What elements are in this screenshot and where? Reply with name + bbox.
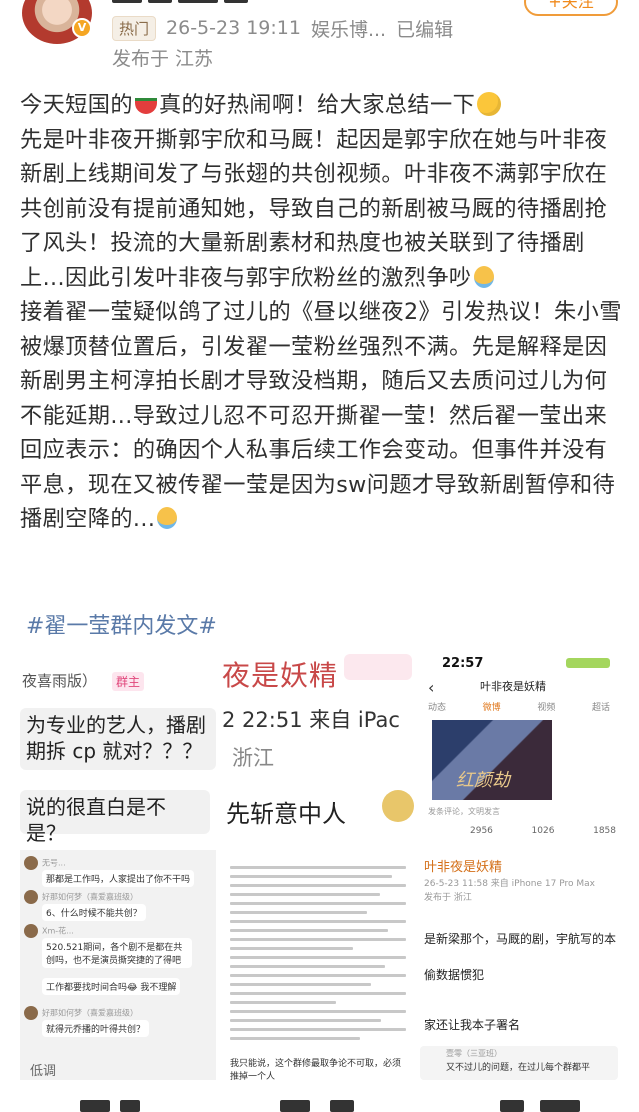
chat-bubble: 为专业的艺人，播剧期拆 cp 就对？？？ (20, 708, 216, 770)
hot-tag: 热门 (112, 15, 157, 41)
comment-bubble: 壹零（三亚班） 又不过儿的问题，在过儿每个群都平 (420, 1046, 618, 1080)
like-count: 1858 (593, 826, 616, 836)
body-line-intro-2: 真的好热闹啊！给大家总结一下 (158, 92, 476, 118)
body-paragraph-2: 接着翟一莹疑似鸽了过儿的《昼以继夜2》引发热议！朱小雪被爆顶替位置后，引发翟一莹… (20, 299, 622, 532)
footer-label: 低调 (30, 1064, 57, 1079)
profile-name: 叶非夜是妖精 (480, 680, 546, 693)
verified-badge-icon: V (72, 18, 92, 38)
post-time: 2 22:51 来自 iPac (222, 708, 400, 732)
doge-emoji-icon (382, 790, 414, 822)
post-source: 娱乐博... (310, 18, 387, 41)
post-header: V 热门 26-5-23 19:11 娱乐博... 已编辑 发布于 江苏 +关注 (0, 0, 639, 80)
post-image-6[interactable]: 叶非夜是妖精 26-5-23 11:58 来自 iPhone 17 Pro Ma… (420, 850, 618, 1080)
author-name-cropped[interactable] (112, 0, 302, 8)
post-image-2[interactable]: 夜是妖精 2 22:51 来自 iPac 浙江 先斩意中人 (220, 650, 416, 846)
post-meta: 26-5-23 11:58 来自 iPhone 17 Pro Max (424, 879, 595, 889)
chat-bubble: 工作都要找时间合吗😂 我不理解 (42, 978, 181, 995)
post-stats: 2956 1026 1858 (470, 826, 616, 836)
document-footer-text: 我只能说，这个群修最取争论不可取，必须推掉一个人 (230, 1059, 402, 1080)
post-line: 偷数据惯犯 (424, 968, 485, 982)
poster-title: 红颜劫 (456, 770, 510, 791)
post-image-1[interactable]: 夜喜雨版） 群主 为专业的艺人，播剧期拆 cp 就对？？？ 说的很直白是不是？ (20, 650, 216, 846)
back-arrow-icon: ‹ (428, 678, 435, 697)
document-text-block (230, 860, 406, 1056)
post-location: 发布于 江苏 (112, 48, 214, 70)
hashtag-link[interactable]: #翟一莹群内发文# (26, 608, 217, 640)
avatar (24, 856, 38, 870)
post-line: 是新梁那个，马厩的剧，宇航写的本 (424, 932, 617, 946)
avatar (24, 890, 38, 904)
repost-count: 2956 (470, 826, 493, 836)
chat-user: 无号... (42, 858, 66, 868)
chat-user: Xm-花... (42, 926, 74, 936)
chat-row: 好那如何梦（喜爱嘉班级） 6、什么时候不能共创？ (24, 890, 212, 921)
chat-bubble: 520.521期间，各个剧不是都在共创吗，也不是演员撕突捷的了得吧 (42, 938, 192, 968)
chat-row: 工作都要找时间合吗😂 我不理解 (24, 978, 212, 995)
follow-button[interactable]: +关注 (524, 0, 618, 16)
comment-count: 1026 (531, 826, 555, 836)
chat-bubble: 说的很直白是不是？ (20, 790, 210, 845)
body-line-intro: 今天短国的 (20, 92, 133, 118)
tab: 视频 (537, 703, 556, 713)
action-bar-cropped (0, 1094, 639, 1112)
post-meta-row: 热门 26-5-23 19:11 娱乐博... 已编辑 (112, 14, 453, 42)
avatar (24, 924, 38, 938)
battery-icon (566, 658, 610, 668)
tab: 动态 (428, 703, 447, 713)
edited-label[interactable]: 已编辑 (396, 15, 453, 42)
tab: 超话 (591, 703, 610, 713)
post-text: 先斩意中人 (226, 800, 346, 828)
watermelon-emoji-icon (134, 98, 157, 114)
chat-row: Xm-花... 520.521期间，各个剧不是都在共创吗，也不是演员撕突捷的了得… (24, 924, 212, 968)
avatar (24, 1006, 38, 1020)
comment-text: 又不过儿的问题，在过儿每个群都平 (446, 1063, 591, 1073)
chat-bubble: 就得元乔播的叶得共创？ (42, 1020, 150, 1037)
comment-placeholder: 发条评论，文明发言 (428, 807, 500, 816)
post-location: 发布于 浙江 (424, 893, 472, 903)
profile-name: 夜是妖精 (222, 659, 339, 692)
post-body-text: 今天短国的 真的好热闹啊！给大家总结一下 先是叶非夜开撕郭宇欣和马厩！起因是郭宇欣… (20, 88, 624, 537)
post-image-3[interactable]: 22:57 ‹ 叶非夜是妖精 动态 微博 视频 超话 红颜劫 发条评论，文明发言… (420, 650, 618, 846)
smiling-face-emoji-icon (477, 92, 502, 116)
status-bar-time: 22:57 (442, 656, 484, 671)
tab-active: 微博 (482, 703, 501, 713)
chat-user: 好那如何梦（喜爱嘉班级） (42, 1008, 138, 1018)
chat-bubble: 6、什么时候不能共创？ (42, 904, 146, 921)
post-image-5[interactable]: 我只能说，这个群修最取争论不可取，必须推掉一个人 (220, 850, 416, 1080)
post-image-4[interactable]: 无号... 那都是工作吗，人家提出了你不干吗 好那如何梦（喜爱嘉班级） 6、什么… (20, 850, 216, 1080)
post-timestamp: 26-5-23 19:11 (166, 17, 301, 39)
body-paragraph-1: 先是叶非夜开撕郭宇欣和马厩！起因是郭宇欣在她与叶非夜新剧上线期间发了与张翅的共创… (20, 126, 608, 291)
chat-bubble: 那都是工作吗，人家提出了你不干吗 (42, 870, 195, 887)
profile-name: 叶非夜是妖精 (424, 860, 503, 875)
group-title: 夜喜雨版） (22, 672, 98, 690)
post-location: 浙江 (232, 746, 274, 770)
crying-emoji-icon (157, 507, 178, 529)
chat-user: 好那如何梦（喜爱嘉班级） (42, 892, 138, 902)
crying-emoji-icon (473, 265, 494, 288)
sticker-icon (344, 654, 412, 680)
profile-tabs: 动态 微博 视频 超话 (428, 700, 610, 713)
comment-user: 壹零（三亚班） (446, 1049, 502, 1058)
chat-row: 好那如何梦（喜爱嘉班级） 就得元乔播的叶得共创？ (24, 1006, 212, 1037)
post-line: 家还让我本子署名 (424, 1018, 521, 1032)
group-owner-badge: 群主 (112, 672, 145, 691)
chat-row: 无号... 那都是工作吗，人家提出了你不干吗 (24, 856, 212, 887)
